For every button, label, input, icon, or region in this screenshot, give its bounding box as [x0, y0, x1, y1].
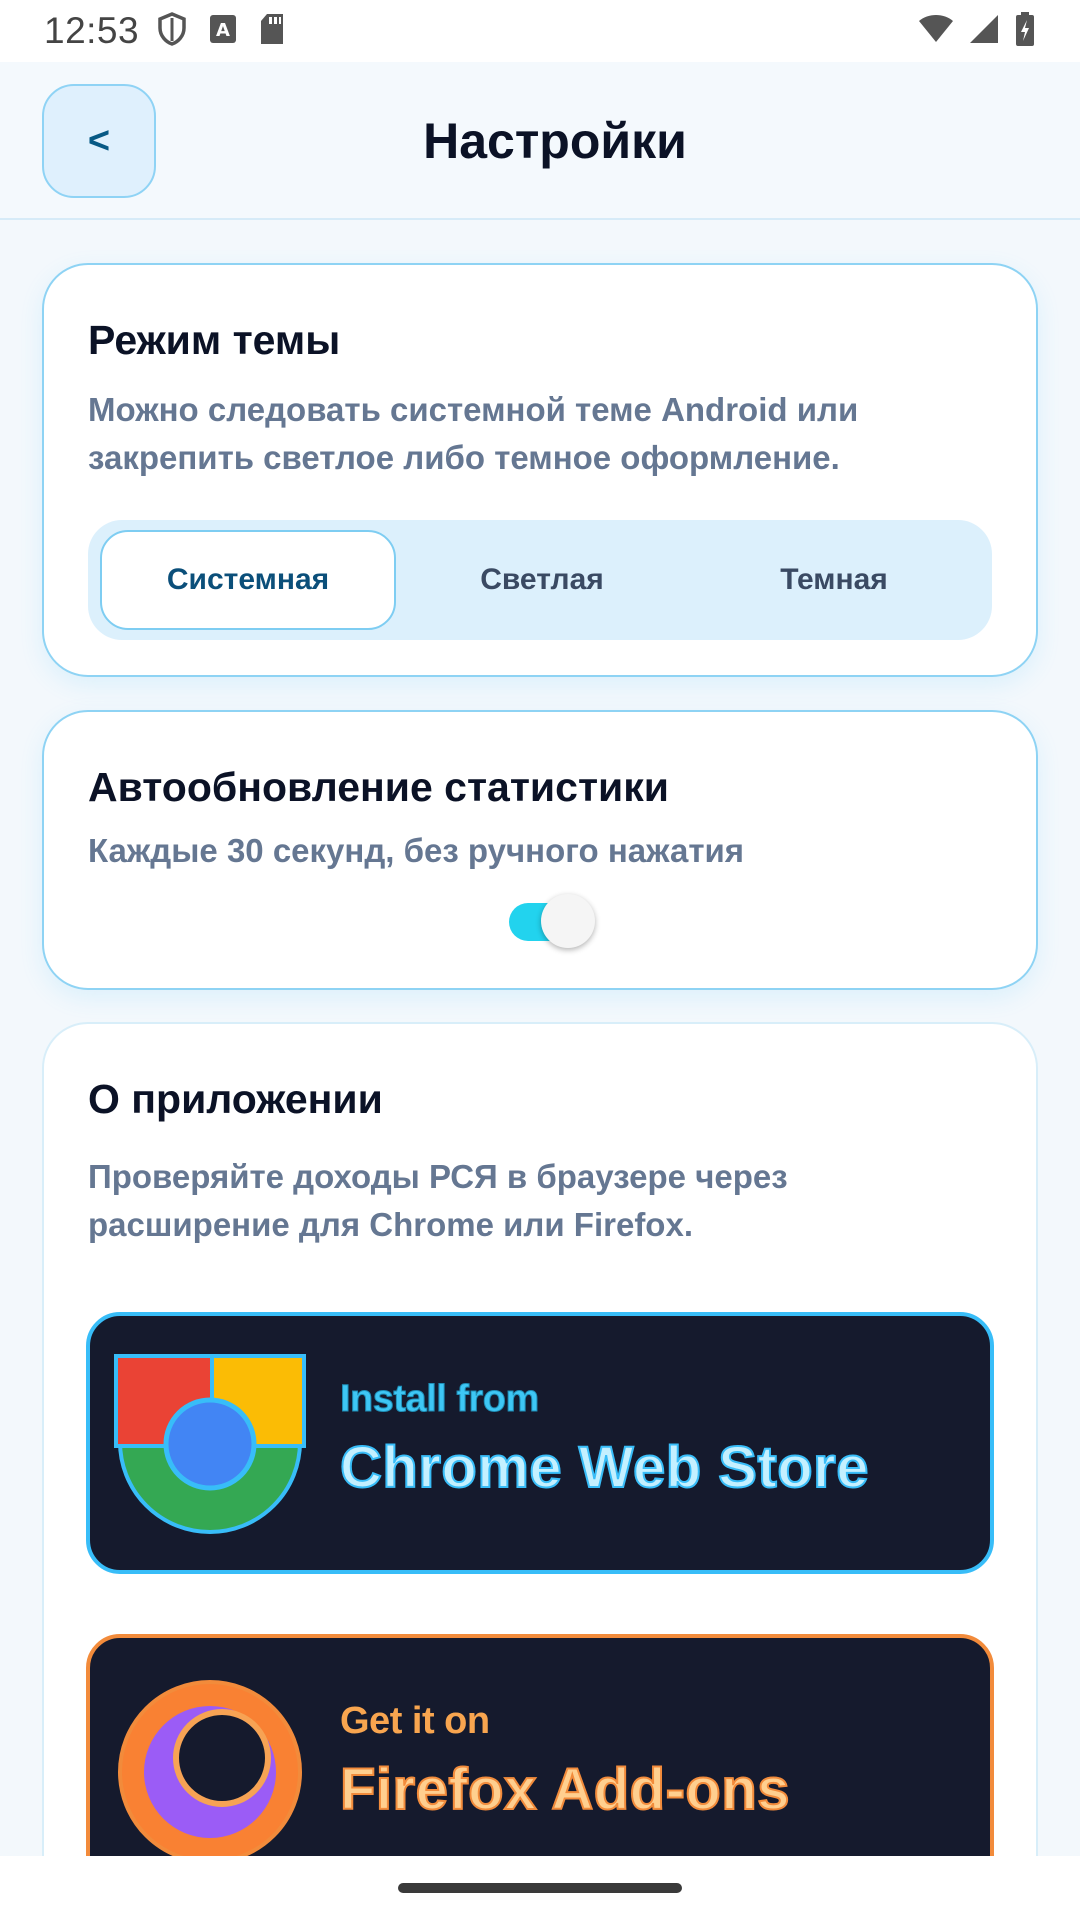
- status-bar: 12:53 A: [0, 0, 1080, 62]
- home-gesture-pill[interactable]: [398, 1883, 682, 1893]
- about-card-description: Проверяйте доходы РСЯ в браузере через р…: [88, 1158, 788, 1243]
- status-right-icons: [918, 11, 1036, 52]
- theme-option-dark[interactable]: Темная: [688, 530, 980, 630]
- firefox-store-small-text: Get it on: [340, 1700, 490, 1742]
- firefox-store-big-text: Firefox Add-ons: [339, 1756, 791, 1823]
- app-header: < Настройки: [0, 62, 1080, 220]
- auto-update-description: Каждые 30 секунд, без ручного нажатия: [88, 832, 745, 869]
- toggle-thumb: [541, 894, 595, 948]
- theme-option-light[interactable]: Светлая: [396, 530, 688, 630]
- battery-charging-icon: [1014, 11, 1036, 52]
- auto-update-title: Автообновление статистики: [88, 764, 669, 810]
- shield-icon: [157, 11, 187, 51]
- theme-segmented-control: Системная Светлая Темная: [88, 520, 992, 640]
- firefox-logo-icon: [112, 1674, 308, 1864]
- theme-card-description: Можно следовать системной теме Android и…: [88, 391, 859, 476]
- about-card-title: О приложении: [88, 1076, 383, 1122]
- chrome-logo-icon: [112, 1352, 308, 1536]
- keyboard-a-icon: A: [209, 14, 237, 49]
- about-app-card: О приложении Проверяйте доходы РСЯ в бра…: [42, 1022, 1038, 1920]
- settings-screen: 12:53 A < Настройки Режим темы Можно сле…: [0, 0, 1080, 1920]
- theme-card-title: Режим темы: [88, 317, 341, 363]
- chrome-store-small-text: Install from: [340, 1378, 540, 1421]
- sd-card-icon: [259, 13, 285, 50]
- auto-update-toggle[interactable]: [509, 894, 595, 950]
- page-title: Настройки: [423, 113, 687, 169]
- navigation-bar: [0, 1856, 1080, 1920]
- auto-update-card: Автообновление статистики Каждые 30 секу…: [42, 710, 1038, 990]
- chrome-store-big-text: Chrome Web Store: [339, 1434, 870, 1501]
- status-time: 12:53: [44, 10, 140, 51]
- wifi-icon: [918, 14, 954, 49]
- signal-icon: [968, 14, 1000, 49]
- svg-text:A: A: [216, 20, 230, 41]
- theme-mode-card: Режим темы Можно следовать системной тем…: [42, 263, 1038, 677]
- chrome-web-store-button[interactable]: Install from Chrome Web Store: [86, 1312, 994, 1574]
- status-left-icons: A: [157, 11, 285, 51]
- theme-option-system[interactable]: Системная: [100, 530, 396, 630]
